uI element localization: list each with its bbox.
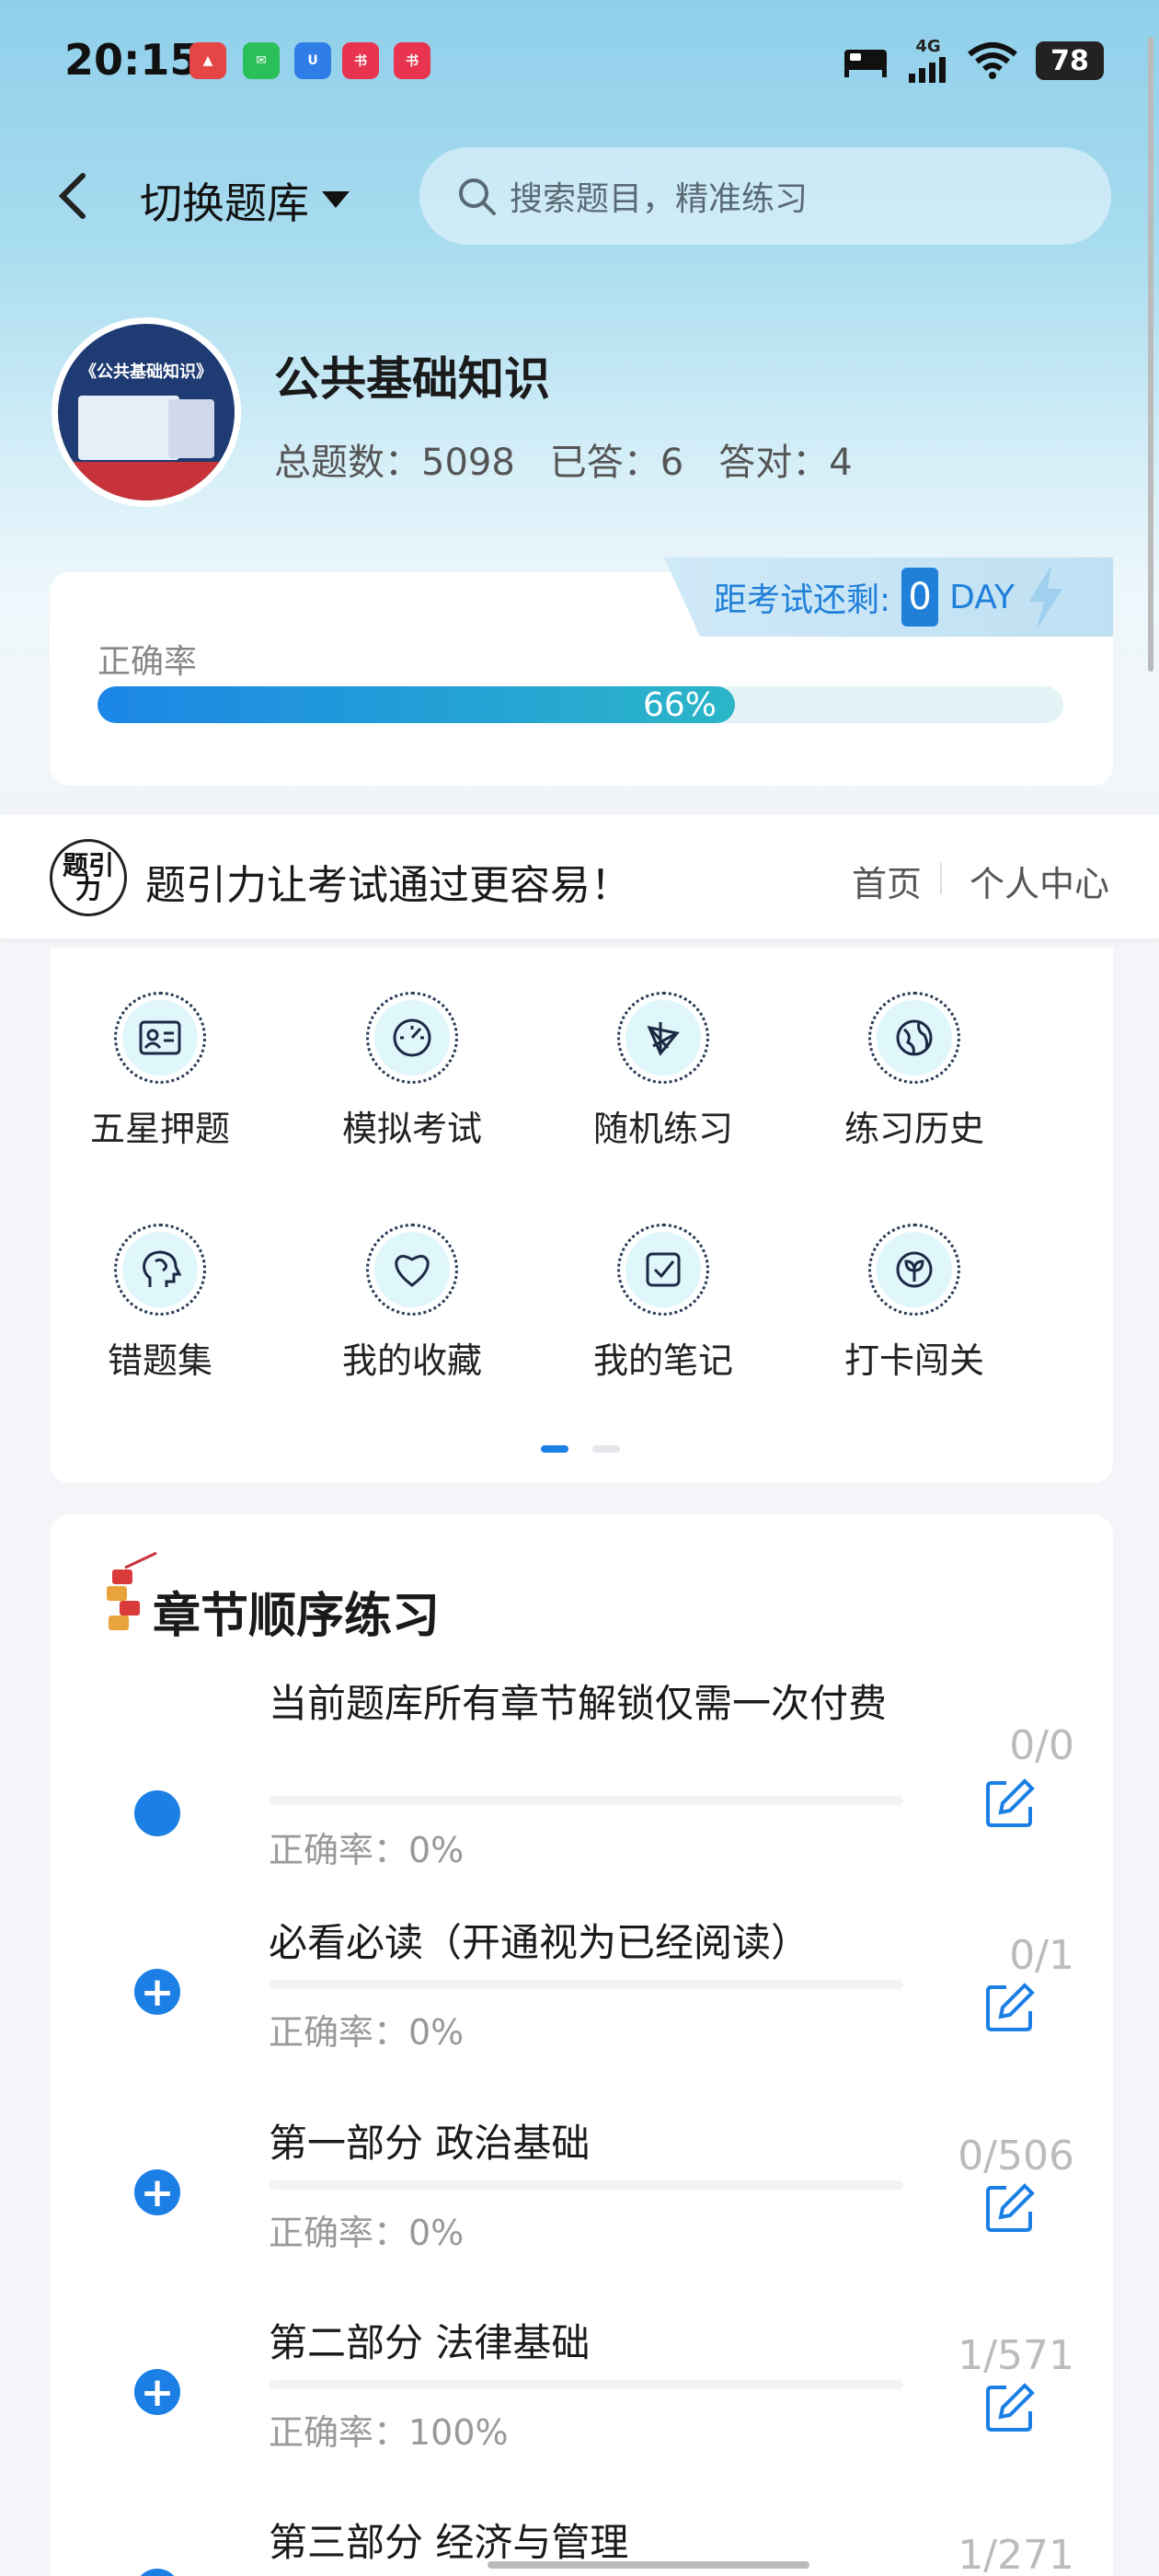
search-input[interactable]: 搜索题目，精准练习: [419, 147, 1111, 245]
chapter-name: 必看必读（开通视为已经阅读）: [269, 1920, 810, 1965]
brand-slogan: 题引力让考试通过更容易！: [145, 862, 631, 909]
chapter-progress-bar: [269, 1980, 903, 1989]
bank-cover-avatar[interactable]: 《公共基础知识》: [52, 317, 241, 507]
expand-plus-icon[interactable]: +: [134, 2569, 180, 2576]
expand-plus-icon[interactable]: +: [134, 2169, 180, 2216]
chapter-name: 第二部分 法律基础: [269, 2320, 591, 2365]
cellular-icon: 4G: [907, 39, 949, 83]
search-icon: [459, 178, 496, 215]
wechat-icon: ✉: [243, 42, 280, 79]
chapter-count: 1/271: [958, 2532, 1074, 2576]
shield-app-icon: U: [294, 42, 331, 79]
chapter-count: 1/571: [958, 2332, 1074, 2379]
avatar-title: 《公共基础知识》: [80, 362, 212, 382]
status-right: 4G 78: [843, 39, 1104, 83]
globe-icon: [896, 1019, 933, 1056]
nav-profile-link[interactable]: 个人中心: [970, 856, 1109, 906]
speedometer-icon: [393, 1018, 431, 1057]
status-time: 20:15: [64, 35, 200, 85]
search-placeholder: 搜索题目，精准练习: [510, 180, 809, 218]
firecracker-icon: [107, 1551, 157, 1630]
bank-stats: 总题数：5098 已答：6 答对：4: [274, 432, 853, 486]
correct-count: 答对：4: [718, 442, 853, 484]
bed-icon: [844, 50, 887, 77]
chapter-accuracy: 正确率：0%: [269, 2213, 465, 2253]
feature-item-favorites[interactable]: 我的收藏: [302, 1224, 522, 1383]
nav-divider: [940, 863, 942, 894]
edit-icon[interactable]: [982, 2180, 1038, 2236]
id-card-icon: [139, 1020, 181, 1055]
nav-home-link[interactable]: 首页: [852, 856, 922, 906]
chapter-count: 0/506: [958, 2133, 1074, 2179]
xiaohongshu-icon: 书: [342, 42, 379, 79]
chapter-count: 0/0: [1009, 1722, 1074, 1769]
chapter-accuracy: 正确率：0%: [269, 2012, 465, 2053]
total-count: 总题数：5098: [274, 442, 515, 484]
feature-item-notes[interactable]: 我的笔记: [553, 1224, 774, 1383]
chapter-name: 第三部分 经济与管理: [269, 2520, 629, 2565]
countdown-unit: DAY: [949, 578, 1016, 616]
feature-grid: 五星押题 模拟考试 随机练习 练习历史 错题集 我的收藏 我的笔记 打卡闯关: [50, 948, 1113, 1483]
edit-icon[interactable]: [982, 2380, 1038, 2435]
feature-item-mock-exam[interactable]: 模拟考试: [302, 992, 522, 1151]
sprout-icon: [896, 1251, 933, 1288]
lightning-icon: [1029, 565, 1063, 629]
edit-icon[interactable]: [982, 1980, 1038, 2035]
chapter-progress-bar: [269, 1796, 903, 1805]
checklist-icon: [646, 1252, 681, 1287]
chapter-accuracy: 正确率：0%: [269, 1830, 465, 1870]
back-arrow-icon[interactable]: [52, 170, 98, 222]
chapter-name: 第一部分 政治基础: [269, 2121, 591, 2166]
chapter-progress-bar: [269, 2180, 903, 2190]
wifi-icon: [968, 42, 1017, 79]
network-icon: [647, 1022, 680, 1056]
scrollbar[interactable]: [1148, 37, 1153, 672]
battery-indicator: 78: [1036, 41, 1104, 80]
switch-bank-label: 切换题库: [140, 178, 309, 228]
chapter-accuracy: 正确率：100%: [269, 2412, 509, 2453]
feature-item-random-practice[interactable]: 随机练习: [553, 992, 774, 1151]
expand-plus-icon[interactable]: +: [134, 1969, 180, 2016]
brain-head-icon: [143, 1250, 182, 1287]
chapter-progress-bar: [269, 2380, 903, 2389]
notification-app-icon: ▲: [189, 42, 226, 79]
chapter-name: 当前题库所有章节解锁仅需一次付费: [269, 1681, 888, 1726]
page-indicator[interactable]: [592, 1445, 620, 1453]
accuracy-progress-fill: 66%: [98, 686, 735, 723]
feature-item-checkin[interactable]: 打卡闯关: [804, 1224, 1025, 1383]
status-bar: 20:15 ▲ ✉ U 书 书 4G 78: [0, 0, 1159, 129]
home-indicator[interactable]: [488, 2561, 809, 2569]
bank-title: 公共基础知识: [274, 352, 550, 406]
accuracy-label: 正确率: [98, 643, 198, 681]
chapter-section: 章节顺序练习 当前题库所有章节解锁仅需一次付费 正确率：0% 0/0 + 必看必…: [50, 1514, 1113, 2576]
heart-icon: [395, 1255, 430, 1287]
caret-down-icon: [322, 191, 350, 208]
brand-bar: 题引力 题引力让考试通过更容易！ 首页 个人中心: [0, 815, 1159, 938]
answered-count: 已答：6: [549, 442, 684, 484]
feature-item-five-star[interactable]: 五星押题: [50, 992, 270, 1151]
feature-item-practice-history[interactable]: 练习历史: [804, 992, 1025, 1151]
chapter-count: 0/1: [1009, 1932, 1074, 1979]
expand-plus-icon[interactable]: +: [134, 2369, 180, 2416]
chapter-section-title: 章节顺序练习: [153, 1589, 441, 1644]
countdown-value: 0: [901, 568, 939, 627]
xiaohongshu-icon-2: 书: [394, 42, 430, 79]
brand-logo: 题引力: [50, 839, 127, 916]
switch-bank-dropdown[interactable]: 切换题库: [140, 170, 350, 231]
chapter-dot-icon: [134, 1790, 180, 1836]
countdown-label: 距考试还剩:: [714, 581, 891, 619]
page-indicator-active: [541, 1445, 568, 1453]
accuracy-progress-bar: 66%: [98, 686, 1063, 723]
edit-icon[interactable]: [982, 1776, 1038, 1831]
accuracy-value: 66%: [642, 686, 717, 723]
exam-countdown: 距考试还剩: 0 DAY: [664, 558, 1113, 637]
feature-item-wrong-questions[interactable]: 错题集: [50, 1224, 270, 1383]
